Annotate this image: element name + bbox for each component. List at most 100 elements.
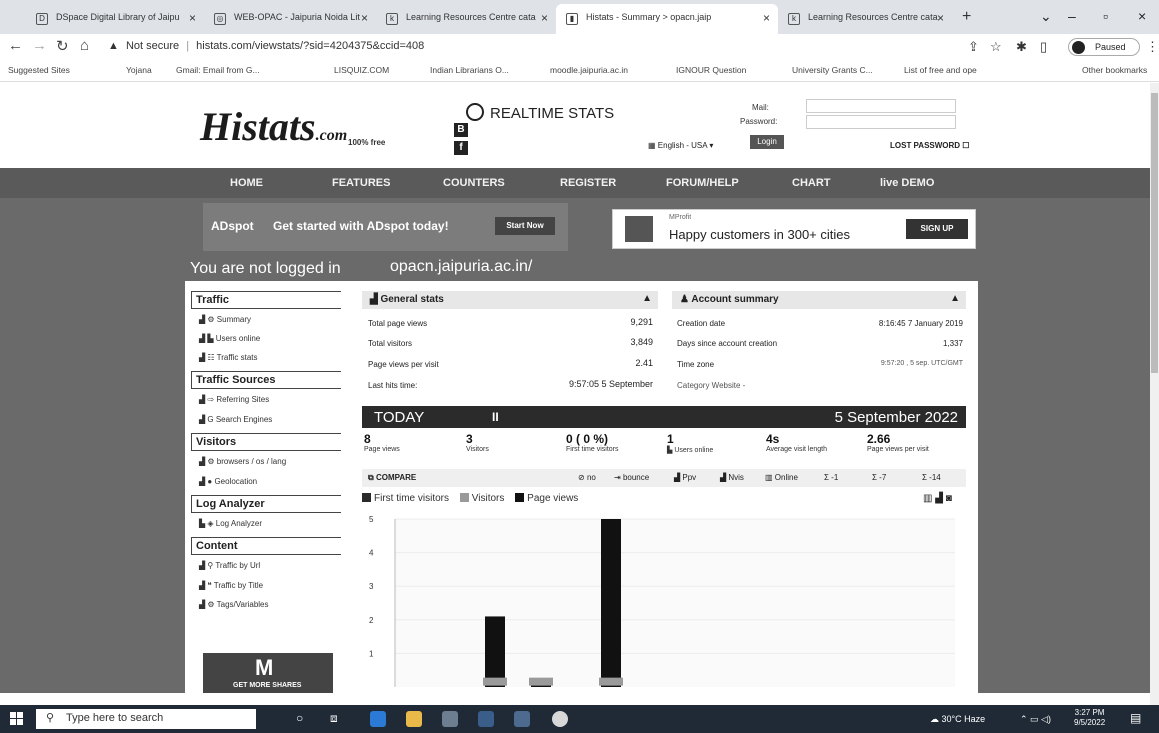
sidebar-item-log-analyzer[interactable]: ▙ ◈ Log Analyzer [199,519,262,528]
compare-minus-7[interactable]: Σ -7 [872,473,886,482]
close-window-icon[interactable]: × [1138,8,1146,24]
store-icon[interactable] [514,711,530,727]
bookmark-ignou[interactable]: IGNOUR Question [676,65,746,75]
cortana-icon[interactable]: ○ [296,711,303,725]
bookmark-yojana[interactable]: Yojana [126,65,152,75]
chart-type-icons[interactable]: ▥ ▟ ◙ [923,493,952,504]
maximize-icon[interactable]: ▫ [1103,8,1108,24]
vertical-scrollbar[interactable] [1150,83,1159,705]
close-icon[interactable]: × [189,11,196,25]
forward-icon[interactable]: → [32,37,47,54]
general-stats-header[interactable]: ▟ General stats ▲ [362,291,658,309]
close-icon[interactable]: × [361,11,368,25]
language-select[interactable]: ▦ English - USA ▾ [648,141,713,150]
sidebar-item-summary[interactable]: ▟ ⚙ Summary [199,315,251,324]
compare-online[interactable]: ▥ Online [765,473,798,482]
password-input[interactable] [806,115,956,129]
nav-register[interactable]: REGISTER [560,177,616,189]
mail-input[interactable] [806,99,956,113]
tab-lrc-2[interactable]: k Learning Resources Centre cata × [778,4,952,34]
back-icon[interactable]: ← [8,37,23,54]
nav-forum-help[interactable]: FORUM/HELP [666,177,739,189]
facebook-icon[interactable]: f [454,141,468,155]
sidebar-item-referring-sites[interactable]: ▟ ⇨ Referring Sites [199,395,269,404]
notifications-icon[interactable]: ▤ [1130,711,1141,725]
sidebar-item-tags[interactable]: ▟ ⚙ Tags/Variables [199,600,269,609]
promo-banner[interactable]: M GET MORE SHARES [203,653,333,693]
sign-up-button[interactable]: SIGN UP [906,219,968,239]
compare-no[interactable]: ⊘ no [578,473,596,482]
clock[interactable]: 3:27 PM 9/5/2022 [1074,708,1105,728]
collapse-icon[interactable]: ▲ [642,293,652,304]
legend-item[interactable]: First time visitors [362,493,449,504]
realtime-stats-link[interactable]: REALTIME STATS [466,103,614,122]
sidebar-item-search-engines[interactable]: ▟ G Search Engines [199,415,272,424]
compare-ppv[interactable]: ▟ Ppv [674,473,696,482]
reload-icon[interactable]: ↻ [56,37,69,55]
bookmark-gmail[interactable]: Gmail: Email from G... [176,65,260,75]
sidebar-item-traffic-by-title[interactable]: ▟ ❝ Traffic by Title [199,581,263,590]
blogger-icon[interactable]: B [454,123,468,137]
bookmark-indian-librarians[interactable]: Indian Librarians O... [430,65,509,75]
mail-icon[interactable] [442,711,458,727]
start-now-button[interactable]: Start Now [495,217,555,235]
account-summary-header[interactable]: ♟ Account summary ▲ [672,291,966,309]
home-icon[interactable]: ⌂ [80,37,89,54]
nav-home[interactable]: HOME [230,177,263,189]
windows-start-icon[interactable] [10,712,24,726]
address-bar[interactable]: ▲ Not secure | histats.com/viewstats/?si… [108,37,948,57]
legend-item[interactable]: Visitors [459,493,504,504]
pause-button[interactable]: II [492,410,499,424]
taskbar-search[interactable]: ⚲ Type here to search [36,709,256,729]
tab-search-icon[interactable]: ⌄ [1040,8,1052,25]
scroll-thumb[interactable] [1151,93,1158,373]
bookmark-lisquiz[interactable]: LISQUIZ.COM [334,65,389,75]
task-view-icon[interactable]: ⧈ [330,711,338,726]
sidebar-item-traffic-by-url[interactable]: ▟ ⚲ Traffic by Url [199,561,260,570]
adspot-banner[interactable]: ADspot Get started with ADspot today! St… [203,203,568,251]
histats-logo[interactable]: Histats.com [200,103,347,150]
compare-nvis[interactable]: ▟ Nvis [720,473,744,482]
close-icon[interactable]: × [937,11,944,25]
tab-lrc[interactable]: k Learning Resources Centre cata × [376,4,556,34]
file-explorer-icon[interactable] [406,711,422,727]
nav-chart[interactable]: CHART [792,177,831,189]
mprofit-ad[interactable]: MProfit Happy customers in 300+ cities S… [612,209,976,249]
bookmark-list-free[interactable]: List of free and ope [904,65,977,75]
new-tab-button[interactable]: + [962,8,971,26]
bookmark-ugc[interactable]: University Grants C... [792,65,873,75]
tab-histats[interactable]: ▮ Histats - Summary > opacn.jaip × [556,4,778,34]
nav-features[interactable]: FEATURES [332,177,390,189]
share-icon[interactable]: ⇪ [968,39,979,55]
nav-live-demo[interactable]: live DEMO [880,177,934,189]
sidebar-item-traffic-stats[interactable]: ▟ ☷ Traffic stats [199,353,258,362]
minimize-icon[interactable]: – [1068,8,1076,24]
collapse-icon[interactable]: ▲ [950,293,960,304]
close-icon[interactable]: × [541,11,548,25]
extensions-icon[interactable]: ✱ [1016,39,1027,55]
lost-password-link[interactable]: LOST PASSWORD ☐ [890,141,969,150]
star-icon[interactable]: ☆ [990,39,1002,55]
compare-minus-1[interactable]: Σ -1 [824,473,838,482]
sidepanel-icon[interactable]: ▯ [1040,39,1047,55]
chrome-icon[interactable] [552,711,568,727]
tab-dspace[interactable]: D DSpace Digital Library of Jaipu × [26,4,204,34]
close-icon[interactable]: × [763,11,770,25]
nav-counters[interactable]: COUNTERS [443,177,505,189]
login-button[interactable]: Login [750,135,784,149]
bookmark-suggested[interactable]: Suggested Sites [8,65,70,75]
edge-icon[interactable] [370,711,386,727]
tab-webopac[interactable]: ◎ WEB-OPAC - Jaipuria Noida Lit × [204,4,376,34]
app-icon[interactable] [478,711,494,727]
legend-item[interactable]: Page views [515,493,578,504]
menu-icon[interactable]: ⋮ [1146,39,1159,55]
compare-minus-14[interactable]: Σ -14 [922,473,941,482]
bookmark-moodle[interactable]: moodle.jaipuria.ac.in [550,65,628,75]
compare-label[interactable]: ⧉ COMPARE [368,473,416,483]
sidebar-item-browsers[interactable]: ▟ ⚙ browsers / os / lang [199,457,286,466]
sidebar-item-geolocation[interactable]: ▟ ● Geolocation [199,477,257,486]
bookmark-other[interactable]: Other bookmarks [1082,65,1147,75]
system-tray-icons[interactable]: ⌃ ▭ ◁) [1020,714,1051,725]
compare-bounce[interactable]: ⇥ bounce [614,473,649,482]
sidebar-item-users-online[interactable]: ▟ ▙ Users online [199,334,260,343]
